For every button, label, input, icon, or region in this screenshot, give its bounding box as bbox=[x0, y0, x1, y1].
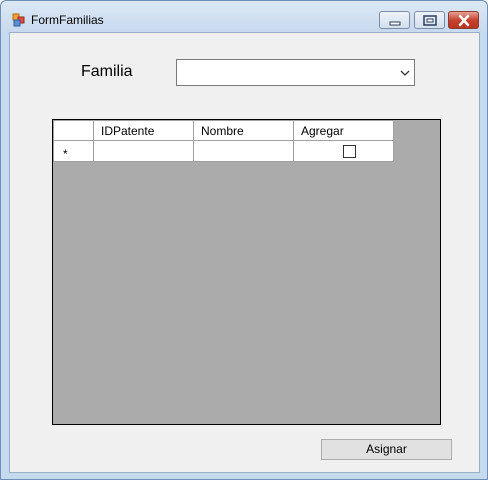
patentes-datagrid[interactable]: IDPatente Nombre Agregar * bbox=[52, 119, 441, 425]
cell-agregar[interactable] bbox=[293, 140, 394, 162]
restore-icon bbox=[423, 15, 437, 26]
minimize-button[interactable] bbox=[379, 11, 410, 29]
column-header-nombre[interactable]: Nombre bbox=[193, 120, 294, 141]
maximize-button[interactable] bbox=[414, 11, 445, 29]
column-header-agregar[interactable]: Agregar bbox=[293, 120, 394, 141]
chevron-down-icon[interactable] bbox=[400, 69, 410, 77]
form-window: FormFamilias Familia IDPatente Nombre Ag… bbox=[0, 0, 488, 480]
title-bar[interactable]: FormFamilias bbox=[1, 1, 487, 33]
familia-combobox[interactable] bbox=[176, 59, 415, 86]
app-icon bbox=[12, 13, 26, 27]
close-button[interactable] bbox=[448, 11, 479, 29]
minimize-icon bbox=[389, 21, 401, 26]
column-header-idpatente[interactable]: IDPatente bbox=[93, 120, 194, 141]
table-row: * bbox=[53, 140, 394, 162]
row-header-corner[interactable] bbox=[53, 120, 94, 141]
datagrid-table: IDPatente Nombre Agregar * bbox=[53, 120, 394, 162]
close-icon bbox=[458, 14, 470, 27]
familia-label: Familia bbox=[81, 63, 133, 80]
datagrid-header-row: IDPatente Nombre Agregar bbox=[53, 120, 394, 141]
window-title: FormFamilias bbox=[31, 13, 104, 27]
asignar-button[interactable]: Asignar bbox=[321, 439, 452, 460]
cell-idpatente[interactable] bbox=[93, 140, 194, 162]
form-client-area: Familia IDPatente Nombre Agregar * Asign… bbox=[9, 32, 480, 473]
new-row-marker: * bbox=[63, 146, 68, 161]
agregar-checkbox[interactable] bbox=[343, 144, 356, 158]
cell-nombre[interactable] bbox=[193, 140, 294, 162]
new-row-header[interactable]: * bbox=[53, 140, 94, 162]
